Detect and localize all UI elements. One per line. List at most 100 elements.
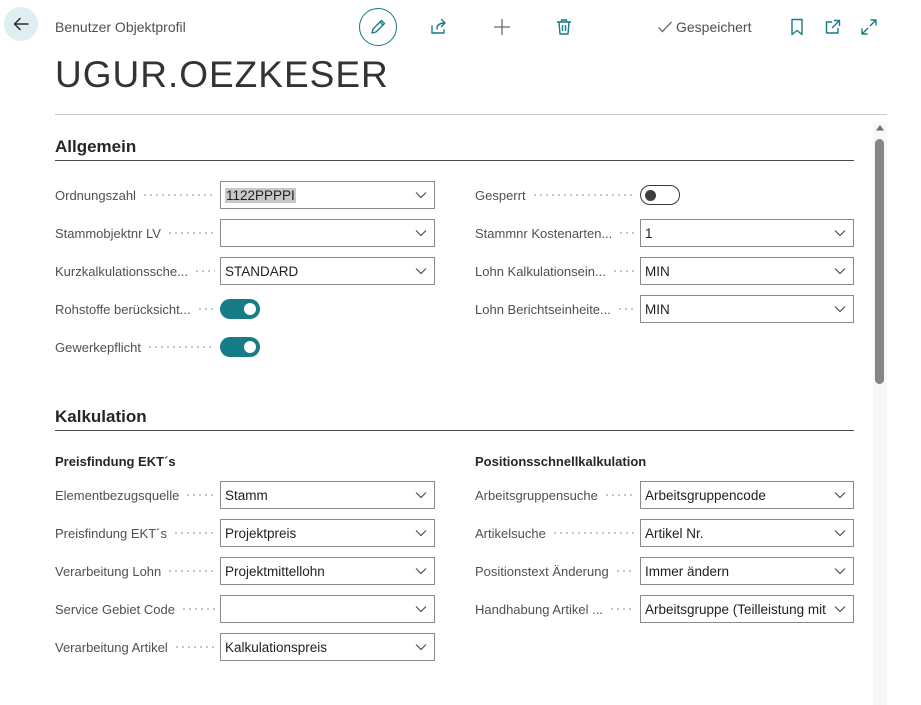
select-value: 1122PPPPI [225, 187, 296, 203]
scrollbar-thumb[interactable] [875, 139, 884, 384]
field-label: Arbeitsgruppensuche [475, 487, 598, 503]
bookmark-button[interactable] [786, 16, 808, 38]
ordnungszahl-select[interactable]: 1122PPPPI [220, 181, 435, 209]
plus-icon [494, 19, 510, 35]
lohn-berichtseinheit-select[interactable]: MIN [640, 295, 854, 323]
select-value: Artikel Nr. [645, 525, 704, 541]
select-value: MIN [645, 301, 670, 317]
field-label: Kurzkalkulationssche... [55, 263, 188, 279]
select-value: Kalkulationspreis [225, 639, 328, 655]
field-label: Artikelsuche [475, 525, 546, 541]
chevron-down-icon [408, 267, 434, 275]
back-arrow-icon [13, 17, 29, 31]
kurzkalkulationsschema-select[interactable]: STANDARD [220, 257, 435, 285]
field-label: Verarbeitung Artikel [55, 639, 168, 655]
section-heading-kalkulation[interactable]: Kalkulation [55, 407, 147, 427]
field-positionstext-aenderung: Positionstext Änderung [475, 557, 641, 585]
scroll-up-button[interactable] [874, 122, 886, 132]
field-service-gebiet-code: Service Gebiet Code [55, 595, 221, 623]
bookmark-icon [791, 18, 803, 36]
field-lohn-kalkulationseinheit: Lohn Kalkulationsein... [475, 257, 641, 285]
share-button[interactable] [428, 16, 450, 38]
chevron-down-icon [827, 567, 853, 575]
select-value: Projektmittellohn [225, 563, 325, 579]
field-stammnr-kostenarten: Stammnr Kostenarten... [475, 219, 641, 247]
group-heading-preisfindung: Preisfindung EKT´s [55, 454, 176, 469]
group-heading-positionsschnellkalkulation: Positionsschnellkalkulation [475, 454, 647, 469]
chevron-down-icon [827, 605, 853, 613]
delete-button[interactable] [553, 16, 575, 38]
preisfindung-ekts-select[interactable]: Projektpreis [220, 519, 435, 547]
field-label: Rohstoffe berücksicht... [55, 301, 191, 317]
verarbeitung-artikel-select[interactable]: Kalkulationspreis [220, 633, 435, 661]
service-gebiet-code-select[interactable] [220, 595, 435, 623]
field-label: Lohn Kalkulationsein... [475, 263, 606, 279]
field-label: Gewerkepflicht [55, 339, 141, 355]
check-icon [658, 21, 673, 33]
stammnr-kostenarten-select[interactable]: 1 [640, 219, 854, 247]
field-ordnungszahl: Ordnungszahl [55, 181, 221, 209]
new-button[interactable] [491, 16, 513, 38]
field-label: Positionstext Änderung [475, 563, 609, 579]
chevron-down-icon [408, 567, 434, 575]
lohn-kalkulationseinheit-select[interactable]: MIN [640, 257, 854, 285]
saved-status-label: Gespeichert [676, 19, 752, 35]
artikelsuche-select[interactable]: Artikel Nr. [640, 519, 854, 547]
chevron-down-icon [408, 491, 434, 499]
top-bar: Benutzer Objektprofil Gespeichert [0, 0, 921, 52]
edit-button[interactable] [359, 8, 397, 46]
section-divider-kalkulation [55, 430, 854, 431]
handhabung-artikel-select[interactable]: Arbeitsgruppe (Teilleistung mit [640, 595, 854, 623]
chevron-down-icon [827, 229, 853, 237]
field-label: Gesperrt [475, 187, 526, 203]
field-label: Stammnr Kostenarten... [475, 225, 613, 241]
pencil-icon [371, 19, 386, 34]
field-label: Elementbezugsquelle [55, 487, 180, 503]
saved-status: Gespeichert [657, 19, 751, 35]
open-new-window-button[interactable] [822, 16, 844, 38]
select-value: 1 [645, 225, 653, 241]
open-new-window-icon [825, 19, 841, 34]
rohstoffe-toggle[interactable] [220, 299, 260, 319]
field-label: Handhabung Artikel ... [475, 601, 603, 617]
field-preisfindung-ekts: Preisfindung EKT´s [55, 519, 221, 547]
select-value: Immer ändern [645, 563, 730, 579]
field-verarbeitung-lohn: Verarbeitung Lohn [55, 557, 221, 585]
select-value: STANDARD [225, 263, 299, 279]
field-artikelsuche: Artikelsuche [475, 519, 641, 547]
verarbeitung-lohn-select[interactable]: Projektmittellohn [220, 557, 435, 585]
stammobjektnr-lv-select[interactable] [220, 219, 435, 247]
section-heading-allgemein[interactable]: Allgemein [55, 137, 136, 157]
back-button[interactable] [4, 7, 38, 41]
field-handhabung-artikel: Handhabung Artikel ... [475, 595, 641, 623]
caret-up-icon [876, 124, 884, 130]
expand-icon [861, 19, 877, 35]
gewerkepflicht-toggle[interactable] [220, 337, 260, 357]
share-icon [431, 18, 446, 34]
field-label: Stammobjektnr LV [55, 225, 161, 241]
elementbezugsquelle-select[interactable]: Stamm [220, 481, 435, 509]
chevron-down-icon [408, 643, 434, 651]
chevron-down-icon [827, 305, 853, 313]
field-rohstoffe: Rohstoffe berücksicht... [55, 295, 221, 323]
field-arbeitsgruppensuche: Arbeitsgruppensuche [475, 481, 641, 509]
field-label: Preisfindung EKT´s [55, 525, 167, 541]
section-divider-allgemein [55, 160, 854, 161]
field-label: Service Gebiet Code [55, 601, 175, 617]
chevron-down-icon [827, 267, 853, 275]
chevron-down-icon [827, 529, 853, 537]
positionstext-aenderung-select[interactable]: Immer ändern [640, 557, 854, 585]
breadcrumb: Benutzer Objektprofil [55, 19, 186, 35]
chevron-down-icon [408, 191, 434, 199]
gesperrt-toggle[interactable] [640, 185, 680, 205]
expand-button[interactable] [858, 16, 880, 38]
field-elementbezugsquelle: Elementbezugsquelle [55, 481, 221, 509]
arbeitsgruppensuche-select[interactable]: Arbeitsgruppencode [640, 481, 854, 509]
field-lohn-berichtseinheit: Lohn Berichtseinheite... [475, 295, 641, 323]
field-gesperrt: Gesperrt [475, 181, 641, 209]
select-value: Arbeitsgruppe (Teilleistung mit [645, 601, 826, 617]
field-label: Verarbeitung Lohn [55, 563, 162, 579]
trash-icon [557, 19, 571, 35]
page-title: UGUR.OEZKESER [55, 54, 389, 95]
field-label: Lohn Berichtseinheite... [475, 301, 611, 317]
